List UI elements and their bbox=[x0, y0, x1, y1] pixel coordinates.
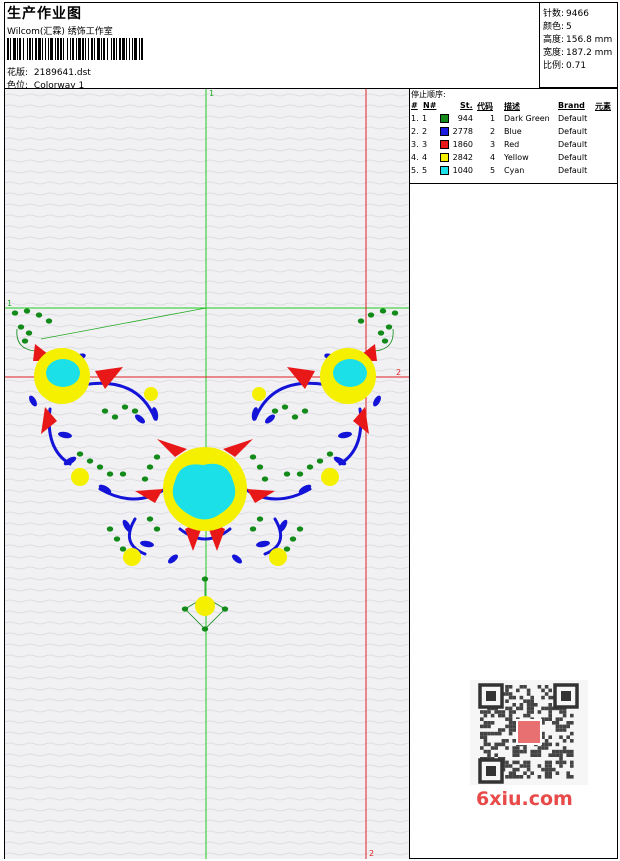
stat-width: 宽度: 187.2 mm bbox=[543, 48, 613, 58]
panel-bottom-divider bbox=[410, 183, 618, 184]
row-stitches: 944 bbox=[457, 114, 473, 123]
embroidery-preview: 1 1 2 2 bbox=[5, 89, 409, 859]
color-swatch bbox=[440, 153, 449, 162]
guide-label-right: 2 bbox=[396, 368, 401, 377]
pattern-line: 花版: 2189641.dst bbox=[7, 65, 91, 78]
row-description: Red bbox=[504, 140, 520, 149]
table-row[interactable]: 1. 1 944 1 Dark Green Default bbox=[410, 114, 618, 127]
row-brand: Default bbox=[558, 140, 588, 149]
col-description: 描述 bbox=[504, 102, 520, 111]
row-index: 4. bbox=[411, 153, 419, 162]
row-stitches: 2842 bbox=[452, 153, 473, 162]
row-index: 5. bbox=[411, 166, 419, 175]
company-name: Wilcom(汇霖) 绣饰工作室 bbox=[7, 27, 113, 37]
row-number: 1 bbox=[422, 114, 428, 123]
col-element: 元素 bbox=[595, 102, 611, 111]
stat-scale: 比例: 0.71 bbox=[543, 61, 587, 71]
pattern-value: 2189641.dst bbox=[33, 68, 91, 78]
row-code: 5 bbox=[490, 166, 496, 175]
jump-stitch bbox=[40, 307, 207, 340]
row-description: Cyan bbox=[504, 166, 525, 175]
row-number: 3 bbox=[422, 140, 428, 149]
header: 生产作业图 Wilcom(汇霖) 绣饰工作室 花版: 2189641.dst 色… bbox=[5, 3, 539, 91]
table-row[interactable]: 3. 3 1860 3 Red Default bbox=[410, 140, 618, 153]
color-swatch bbox=[440, 127, 449, 136]
stat-colors: 颜色: 5 bbox=[543, 22, 572, 32]
table-row[interactable]: 5. 5 1040 5 Cyan Default bbox=[410, 166, 618, 179]
color-swatch bbox=[440, 140, 449, 149]
row-description: Yellow bbox=[504, 153, 529, 162]
stop-sequence-panel: 停止顺序: # N# St. 代码 描述 Brand 元素 1. 1 944 1 Dar… bbox=[410, 89, 618, 184]
row-brand: Default bbox=[558, 153, 588, 162]
row-description: Blue bbox=[504, 127, 522, 136]
watermark-text: 6xiu.com bbox=[476, 788, 573, 810]
col-brand: Brand bbox=[558, 101, 585, 110]
table-row[interactable]: 4. 4 2842 4 Yellow Default bbox=[410, 153, 618, 166]
panel-divider bbox=[409, 88, 410, 859]
guide-label-top: 1 bbox=[209, 89, 214, 98]
stat-height: 高度: 156.8 mm bbox=[543, 35, 613, 45]
col-number: N# bbox=[423, 101, 437, 110]
col-stitches: St. bbox=[460, 101, 473, 110]
row-index: 3. bbox=[411, 140, 419, 149]
row-stitches: 2778 bbox=[452, 127, 473, 136]
row-code: 2 bbox=[490, 127, 496, 136]
col-index: # bbox=[411, 101, 418, 110]
row-index: 1. bbox=[411, 114, 419, 123]
guide-label-bottom: 2 bbox=[369, 849, 374, 858]
row-description: Dark Green bbox=[504, 114, 550, 123]
row-brand: Default bbox=[558, 166, 588, 175]
stat-stitches: 针数: 9466 bbox=[543, 9, 589, 19]
row-index: 2. bbox=[411, 127, 419, 136]
row-stitches: 1040 bbox=[452, 166, 473, 175]
stop-sequence-title: 停止顺序: bbox=[411, 90, 446, 99]
row-brand: Default bbox=[558, 114, 588, 123]
color-swatch bbox=[440, 114, 449, 123]
col-code: 代码 bbox=[477, 102, 493, 111]
color-swatch bbox=[440, 166, 449, 175]
row-code: 1 bbox=[490, 114, 496, 123]
row-number: 2 bbox=[422, 127, 428, 136]
row-code: 3 bbox=[490, 140, 496, 149]
row-code: 4 bbox=[490, 153, 496, 162]
table-row[interactable]: 2. 2 2778 2 Blue Default bbox=[410, 127, 618, 140]
stats-box: 针数: 9466 颜色: 5 高度: 156.8 mm 宽度: 187.2 mm 比例:… bbox=[539, 2, 618, 88]
row-stitches: 1860 bbox=[452, 140, 473, 149]
guide-label-left: 1 bbox=[7, 299, 12, 308]
pattern-label: 花版: bbox=[7, 68, 29, 78]
row-brand: Default bbox=[558, 127, 588, 136]
row-number: 5 bbox=[422, 166, 428, 175]
barcode bbox=[7, 38, 143, 60]
page-title: 生产作业图 bbox=[7, 6, 82, 22]
design-canvas[interactable]: 1 1 2 2 bbox=[5, 89, 409, 859]
row-number: 4 bbox=[422, 153, 428, 162]
